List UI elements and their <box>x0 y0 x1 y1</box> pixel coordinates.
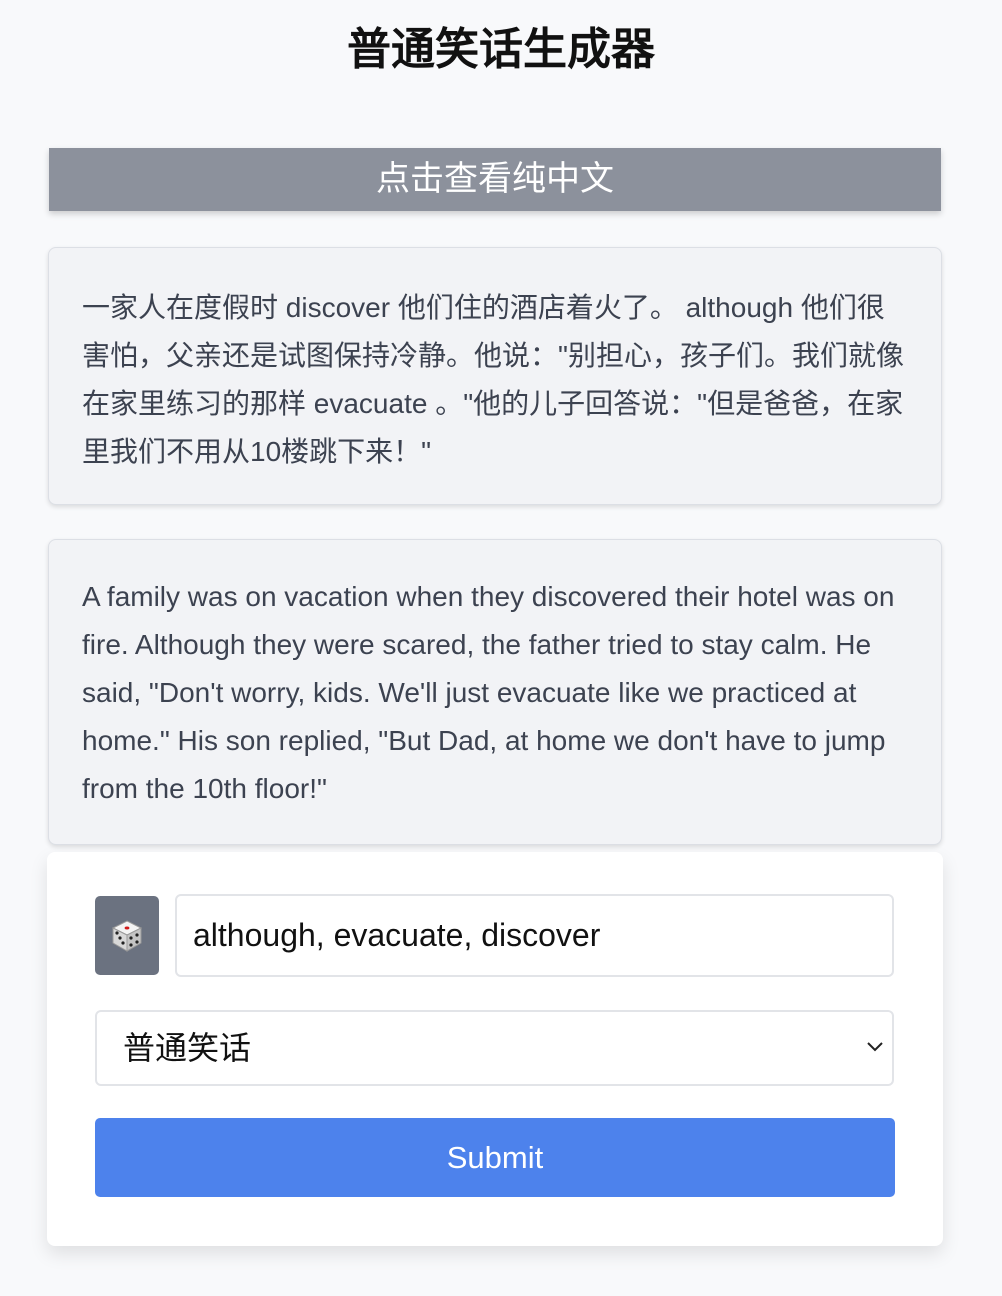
submit-button[interactable]: Submit <box>95 1118 895 1197</box>
chevron-down-icon <box>867 1042 883 1052</box>
page-title: 普通笑话生成器 <box>347 24 655 75</box>
dice-icon <box>111 920 143 952</box>
mixed-joke-text: 一家人在度假时 discover 他们住的酒店着火了。 although 他们很… <box>82 292 904 467</box>
mixed-joke-card: 一家人在度假时 discover 他们住的酒店着火了。 although 他们很… <box>48 247 942 505</box>
english-joke-text: A family was on vacation when they disco… <box>82 581 895 804</box>
joke-style-selected: 普通笑话 <box>123 1029 252 1067</box>
english-joke-card: A family was on vacation when they disco… <box>48 539 942 845</box>
show-chinese-only-button[interactable]: 点击查看纯中文 <box>49 148 941 211</box>
words-input[interactable] <box>175 894 894 977</box>
page: 普通笑话生成器 点击查看纯中文 一家人在度假时 discover 他们住的酒店着… <box>0 0 1002 1296</box>
random-words-button[interactable] <box>95 896 159 975</box>
joke-form: 普通笑话 Submit <box>47 852 943 1246</box>
joke-style-select[interactable]: 普通笑话 <box>95 1010 894 1086</box>
